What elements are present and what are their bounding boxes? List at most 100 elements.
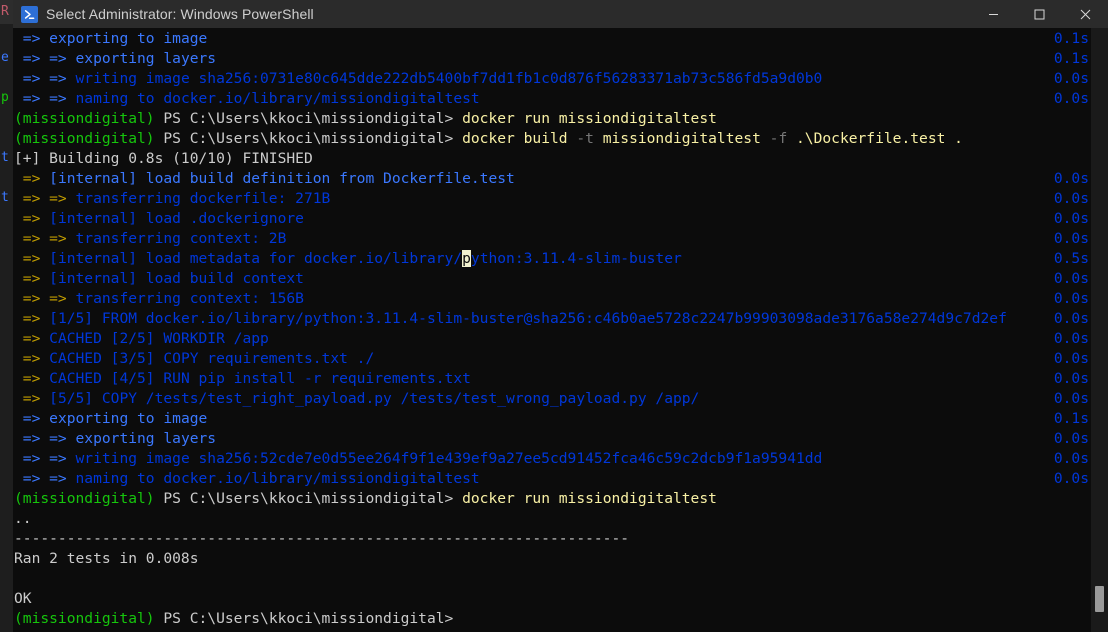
terminal-text: exporting layers bbox=[75, 430, 217, 447]
terminal-text: -f bbox=[769, 130, 788, 147]
terminal-text: ----------------------------------------… bbox=[14, 530, 630, 547]
step-duration: 0.0s bbox=[1053, 230, 1089, 247]
terminal-text: => => bbox=[14, 50, 76, 67]
terminal-text: .\Dockerfile.test . bbox=[787, 130, 963, 147]
terminal-scrollbar[interactable] bbox=[1091, 28, 1108, 632]
step-duration: 0.1s bbox=[1053, 30, 1089, 47]
terminal-text: exporting to image bbox=[49, 30, 208, 47]
terminal-text: writing image sha256:52cde7e0d55ee264f9f… bbox=[75, 450, 823, 467]
background-window[interactable]: R e p t t bbox=[0, 0, 13, 632]
terminal-line: => CACHED [3/5] COPY requirements.txt ./… bbox=[13, 349, 1108, 369]
terminal-line: => => naming to docker.io/library/missio… bbox=[13, 469, 1108, 489]
terminal-text: => => bbox=[14, 190, 76, 207]
close-button[interactable] bbox=[1062, 0, 1108, 28]
terminal-text: CACHED [4/5] RUN pip install -r requirem… bbox=[49, 370, 471, 387]
terminal-line: (missiondigital) PS C:\Users\kkoci\missi… bbox=[13, 129, 1108, 149]
terminal-text: [internal] load metadata for docker.io/l… bbox=[49, 250, 463, 267]
terminal-text: exporting layers bbox=[75, 50, 217, 67]
terminal-text: -t bbox=[576, 130, 594, 147]
powershell-window: Select Administrator: Windows PowerShell… bbox=[13, 0, 1108, 632]
terminal-text: => bbox=[14, 310, 50, 327]
terminal-line: (missiondigital) PS C:\Users\kkoci\missi… bbox=[13, 109, 1108, 129]
terminal-text: => bbox=[14, 370, 50, 387]
terminal-text: [5/5] COPY /tests/test_right_payload.py … bbox=[49, 390, 700, 407]
terminal-text: => => bbox=[14, 70, 76, 87]
terminal-text: PS C:\Users\kkoci\missiondigital> bbox=[154, 130, 454, 147]
background-window-text-fragment: t bbox=[1, 190, 9, 205]
terminal-text: (missiondigital) bbox=[14, 110, 155, 127]
terminal-text: transferring dockerfile: 271B bbox=[75, 190, 331, 207]
terminal-text: => => bbox=[14, 430, 76, 447]
terminal-line: ----------------------------------------… bbox=[13, 529, 1108, 549]
background-window-text-fragment: t bbox=[1, 150, 9, 165]
background-window-text-fragment: R bbox=[1, 4, 9, 19]
terminal-text: => bbox=[14, 170, 50, 187]
terminal-line: => => transferring context: 2B 0.0s bbox=[13, 229, 1108, 249]
terminal-text: [internal] load build context bbox=[49, 270, 304, 287]
terminal-lines: => exporting to image 0.1s => => exportin… bbox=[13, 29, 1108, 629]
terminal-text: => => bbox=[14, 230, 76, 247]
terminal-line: => [internal] load build definition from… bbox=[13, 169, 1108, 189]
step-duration: 0.0s bbox=[1053, 90, 1089, 107]
terminal-line: => [5/5] COPY /tests/test_right_payload.… bbox=[13, 389, 1108, 409]
terminal-text: transferring context: 156B bbox=[75, 290, 304, 307]
terminal-text: docker run missiondigitaltest bbox=[453, 490, 717, 507]
terminal-text: CACHED [3/5] COPY requirements.txt ./ bbox=[49, 350, 375, 367]
screen: R e p t t Select Administrator: Windows … bbox=[0, 0, 1108, 632]
terminal-text: [1/5] FROM docker.io/library/python:3.11… bbox=[49, 310, 1007, 327]
step-duration: 0.0s bbox=[1053, 270, 1089, 287]
terminal-text: (missiondigital) bbox=[14, 490, 155, 507]
terminal-text: [internal] load .dockerignore bbox=[49, 210, 304, 227]
terminal-text: => bbox=[14, 330, 50, 347]
terminal-text: => bbox=[14, 410, 50, 427]
step-duration: 0.0s bbox=[1053, 390, 1089, 407]
window-controls bbox=[970, 0, 1108, 28]
step-duration: 0.0s bbox=[1053, 430, 1089, 447]
step-duration: 0.0s bbox=[1053, 190, 1089, 207]
minimize-button[interactable] bbox=[970, 0, 1016, 28]
terminal-text: => => bbox=[14, 290, 76, 307]
step-duration: 0.0s bbox=[1053, 170, 1089, 187]
terminal-line: => => transferring dockerfile: 271B 0.0s bbox=[13, 189, 1108, 209]
terminal-text: docker run missiondigitaltest bbox=[453, 110, 717, 127]
terminal-line: (missiondigital) PS C:\Users\kkoci\missi… bbox=[13, 489, 1108, 509]
terminal-text: => => bbox=[14, 90, 76, 107]
titlebar[interactable]: Select Administrator: Windows PowerShell bbox=[13, 0, 1108, 28]
terminal-text: => bbox=[14, 210, 50, 227]
terminal-line: OK bbox=[13, 589, 1108, 609]
text-cursor: p bbox=[462, 250, 471, 267]
terminal-output[interactable]: => exporting to image 0.1s => => exportin… bbox=[13, 28, 1108, 632]
terminal-line: => exporting to image 0.1s bbox=[13, 29, 1108, 49]
terminal-text: OK bbox=[14, 590, 32, 607]
step-duration: 0.0s bbox=[1053, 370, 1089, 387]
step-duration: 0.1s bbox=[1053, 50, 1089, 67]
terminal-line: => [internal] load build context 0.0s bbox=[13, 269, 1108, 289]
terminal-line: => [internal] load metadata for docker.i… bbox=[13, 249, 1108, 269]
terminal-line: => => naming to docker.io/library/missio… bbox=[13, 89, 1108, 109]
terminal-text: => bbox=[14, 250, 50, 267]
terminal-line: => CACHED [2/5] WORKDIR /app 0.0s bbox=[13, 329, 1108, 349]
terminal-line: (missiondigital) PS C:\Users\kkoci\missi… bbox=[13, 609, 1108, 629]
terminal-text: => bbox=[14, 350, 50, 367]
scrollbar-thumb[interactable] bbox=[1095, 585, 1104, 612]
maximize-button[interactable] bbox=[1016, 0, 1062, 28]
terminal-line: => => exporting layers 0.0s bbox=[13, 429, 1108, 449]
step-duration: 0.1s bbox=[1053, 410, 1089, 427]
terminal-text: PS C:\Users\kkoci\missiondigital> bbox=[154, 110, 454, 127]
background-window-text-fragment: p bbox=[1, 90, 9, 105]
terminal-text: => bbox=[14, 30, 50, 47]
terminal-text: CACHED [2/5] WORKDIR /app bbox=[49, 330, 269, 347]
terminal-line: => => transferring context: 156B 0.0s bbox=[13, 289, 1108, 309]
terminal-text: => => bbox=[14, 470, 76, 487]
terminal-text: PS C:\Users\kkoci\missiondigital> bbox=[154, 610, 454, 627]
terminal-text: docker build bbox=[453, 130, 577, 147]
terminal-line: => => exporting layers 0.1s bbox=[13, 49, 1108, 69]
step-duration: 0.0s bbox=[1053, 330, 1089, 347]
terminal-text: transferring context: 2B bbox=[75, 230, 287, 247]
window-title: Select Administrator: Windows PowerShell bbox=[46, 6, 314, 22]
terminal-text: [internal] load build definition from Do… bbox=[49, 170, 515, 187]
terminal-text: ython:3.11.4-slim-buster bbox=[470, 250, 682, 267]
step-duration: 0.0s bbox=[1053, 210, 1089, 227]
step-duration: 0.0s bbox=[1053, 450, 1089, 467]
terminal-text: exporting to image bbox=[49, 410, 208, 427]
